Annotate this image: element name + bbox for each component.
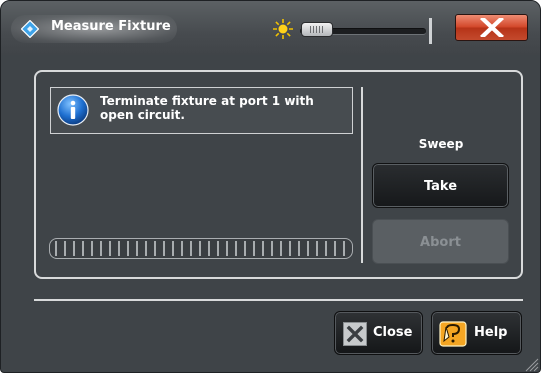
window-close-button[interactable] <box>455 14 528 41</box>
rs-diamond-icon <box>21 20 39 38</box>
sun-icon <box>273 19 293 39</box>
close-x-icon <box>480 18 504 37</box>
progress-ticks <box>55 241 347 256</box>
help-button[interactable]: Help <box>431 311 522 355</box>
measure-fixture-dialog: Measure Fixture Terminate fixture at por… <box>0 0 541 373</box>
help-button-label: Help <box>474 325 508 340</box>
horizontal-divider <box>34 299 523 301</box>
info-icon <box>57 94 89 126</box>
vertical-divider <box>361 87 363 263</box>
sweep-progress-bar <box>49 238 353 259</box>
instruction-line-2: open circuit. <box>100 108 185 122</box>
sweep-label: Sweep <box>418 137 464 151</box>
slider-grip <box>310 26 324 33</box>
abort-button[interactable]: Abort <box>372 219 509 264</box>
resize-grip-icon[interactable] <box>525 358 539 372</box>
instruction-text: Terminate fixture at port 1 with open ci… <box>100 94 314 122</box>
slider-end-marker <box>429 18 432 44</box>
help-question-icon <box>439 321 467 347</box>
close-x-icon <box>343 322 367 346</box>
close-button-label: Close <box>373 325 413 340</box>
close-button[interactable]: Close <box>334 311 423 355</box>
take-button[interactable]: Take <box>372 163 509 208</box>
title-bar[interactable]: Measure Fixture <box>1 1 540 55</box>
slider-thumb[interactable] <box>301 22 333 37</box>
instruction-box: Terminate fixture at port 1 with open ci… <box>50 87 353 134</box>
opacity-slider[interactable] <box>300 22 426 38</box>
instruction-line-1: Terminate fixture at port 1 with <box>100 94 314 108</box>
window-title: Measure Fixture <box>51 19 171 34</box>
